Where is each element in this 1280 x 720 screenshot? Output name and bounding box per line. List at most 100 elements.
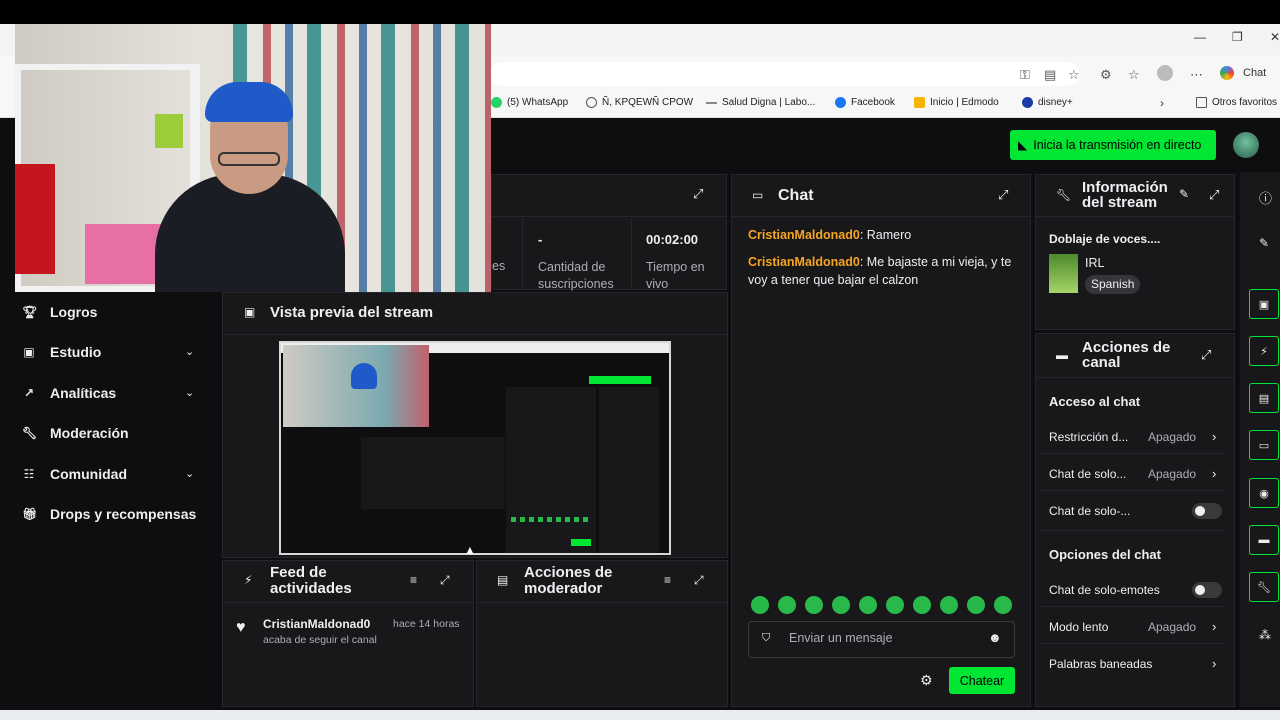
sidebar-item-estudio[interactable]: ▣ Estudio xyxy=(22,342,101,362)
rail-chat-icon[interactable]: ▭ xyxy=(1249,430,1279,460)
sidebar-item-drops[interactable]: 🎁︎ Drops y recompensas xyxy=(22,504,196,524)
chevron-down-icon[interactable]: ⌄ xyxy=(185,386,194,399)
expand-icon[interactable]: ⤢ xyxy=(998,187,1008,203)
emote-icon[interactable] xyxy=(940,596,958,614)
language-tag[interactable]: Spanish xyxy=(1085,275,1141,294)
emoji-icon[interactable]: ☻ xyxy=(988,630,1002,645)
emote-icon[interactable] xyxy=(751,596,769,614)
favorites-icon[interactable]: ☆ xyxy=(1128,67,1140,83)
edmodo-icon xyxy=(914,97,925,108)
copilot-icon[interactable] xyxy=(1220,66,1234,80)
maximize-icon[interactable]: ❐ xyxy=(1232,30,1243,44)
rail-channel-icon[interactable]: ▬ xyxy=(1249,525,1279,555)
preview-title: Vista previa del stream xyxy=(270,304,434,321)
expand-icon[interactable]: ⤢ xyxy=(1209,187,1219,203)
bookmarks-overflow-icon[interactable]: › xyxy=(1160,96,1164,110)
preview-video[interactable] xyxy=(279,341,671,555)
favorite-star-icon[interactable]: ☆ xyxy=(1068,67,1080,83)
send-chat-button[interactable]: Chatear xyxy=(949,667,1015,694)
preview-icon: ▣ xyxy=(244,305,256,319)
divider xyxy=(222,334,728,335)
category-thumbnail[interactable] xyxy=(1049,254,1078,293)
chevron-right-icon[interactable]: › xyxy=(1212,619,1216,634)
emote-icon[interactable] xyxy=(886,596,904,614)
emote-icon[interactable] xyxy=(967,596,985,614)
more-menu-icon[interactable]: ⋯ xyxy=(1190,67,1203,83)
restriction-value[interactable]: Apagado xyxy=(1148,430,1196,444)
other-favorites[interactable]: Otros favoritos xyxy=(1196,97,1277,108)
emote-icon[interactable] xyxy=(994,596,1012,614)
profile-avatar[interactable] xyxy=(1157,65,1173,81)
key-icon[interactable]: ⚿ xyxy=(1020,67,1030,83)
globe-icon xyxy=(586,97,597,108)
rail-preview-icon[interactable]: ▣ xyxy=(1249,289,1279,319)
rail-list-icon[interactable]: ▤ xyxy=(1249,383,1279,413)
red-fridge xyxy=(15,164,55,274)
chat-username[interactable]: CristianMaldonad0 xyxy=(748,228,860,242)
sidebar-item-logros[interactable]: 🏆︎ Logros xyxy=(22,302,97,322)
expand-icon[interactable]: ⤢ xyxy=(694,573,704,588)
mod-actions-title: Acciones de moderador xyxy=(524,564,613,597)
extensions-icon[interactable]: ⚙ xyxy=(1100,67,1112,83)
user-avatar[interactable] xyxy=(1233,132,1259,158)
category-name[interactable]: IRL xyxy=(1085,256,1104,270)
sidebar-item-comunidad[interactable]: ☷ Comunidad xyxy=(22,464,127,484)
emote-icon[interactable] xyxy=(859,596,877,614)
chat-username[interactable]: CristianMaldonad0 xyxy=(748,255,860,269)
subs-label: Cantidad de suscripciones xyxy=(538,260,614,291)
event-user[interactable]: CristianMaldonad0 xyxy=(263,617,370,631)
rail-play-icon[interactable]: ◉ xyxy=(1249,478,1279,508)
emote-icon[interactable] xyxy=(832,596,850,614)
analytics-icon: ↗ xyxy=(23,386,35,400)
sidebar-item-analiticas[interactable]: ↗ Analíticas xyxy=(22,383,116,403)
expand-icon[interactable]: ⤢ xyxy=(1201,347,1211,363)
preview-chat xyxy=(506,387,596,553)
divider xyxy=(222,602,474,603)
expand-icon[interactable]: ⤢ xyxy=(440,573,450,588)
emote-bar[interactable] xyxy=(751,596,1021,616)
chevron-right-icon[interactable]: › xyxy=(1212,466,1216,481)
expand-icon[interactable]: ⤢ xyxy=(693,186,703,202)
sidebar-item-moderacion[interactable]: 🔧︎ Moderación xyxy=(22,423,129,443)
filter-icon[interactable]: ≡ xyxy=(410,573,417,587)
stream-info-title: Información del stream xyxy=(1082,179,1168,211)
bookmark-kpqewn[interactable]: Ñ, KPQEWÑ CPOW xyxy=(586,97,693,108)
pencil-icon[interactable]: ✎ xyxy=(1259,236,1269,250)
solo-chat-value[interactable]: Apagado xyxy=(1148,467,1196,481)
slow-mode-value[interactable]: Apagado xyxy=(1148,620,1196,634)
list-icon: ▤ xyxy=(497,573,509,587)
preview-cap xyxy=(351,363,377,389)
live-time-label: Tiempo en vivo xyxy=(646,260,705,291)
chevron-down-icon[interactable]: ⌄ xyxy=(185,345,194,358)
pencil-icon[interactable]: ✎ xyxy=(1179,187,1189,201)
rail-wrench-icon[interactable]: 🔧︎ xyxy=(1249,572,1279,602)
solo-chat-toggle[interactable] xyxy=(1192,503,1222,519)
reader-icon[interactable]: ▤ xyxy=(1044,67,1056,83)
rail-lightning-icon[interactable]: ⚡︎ xyxy=(1249,336,1279,366)
solo-chat-label: Chat de solo... xyxy=(1049,467,1127,481)
shield-icon[interactable]: ⛉ xyxy=(762,632,770,645)
emote-icon[interactable] xyxy=(805,596,823,614)
preview-nested xyxy=(361,437,505,509)
go-live-button[interactable]: ◣ Inicia la transmisión en directo xyxy=(1010,130,1216,160)
bookmark-disney[interactable]: disney+ xyxy=(1022,97,1073,108)
emote-icon[interactable] xyxy=(913,596,931,614)
chevron-down-icon[interactable]: ⌄ xyxy=(185,467,194,480)
emote-icon[interactable] xyxy=(778,596,796,614)
emotes-only-toggle[interactable] xyxy=(1192,582,1222,598)
community-icon[interactable]: ⁂ xyxy=(1259,628,1271,642)
gear-icon[interactable]: ⚙ xyxy=(920,672,933,689)
copilot-label[interactable]: Chat xyxy=(1243,67,1266,79)
bookmark-salud-digna[interactable]: Salud Digna | Labo... xyxy=(706,97,815,108)
chevron-right-icon[interactable]: › xyxy=(1212,429,1216,444)
bookmark-facebook[interactable]: Facebook xyxy=(835,97,895,108)
chevron-right-icon[interactable]: › xyxy=(1212,656,1216,671)
bookmark-whatsapp[interactable]: (5) WhatsApp xyxy=(491,97,568,108)
address-bar[interactable] xyxy=(490,62,1080,86)
bookmark-edmodo[interactable]: Inicio | Edmodo xyxy=(914,97,999,108)
filter-icon[interactable]: ≡ xyxy=(664,573,671,587)
minimize-icon[interactable]: — xyxy=(1194,30,1206,44)
close-icon[interactable]: ✕ xyxy=(1270,30,1280,44)
info-icon[interactable]: ⓘ xyxy=(1259,188,1272,207)
os-top-bar xyxy=(0,0,1280,24)
